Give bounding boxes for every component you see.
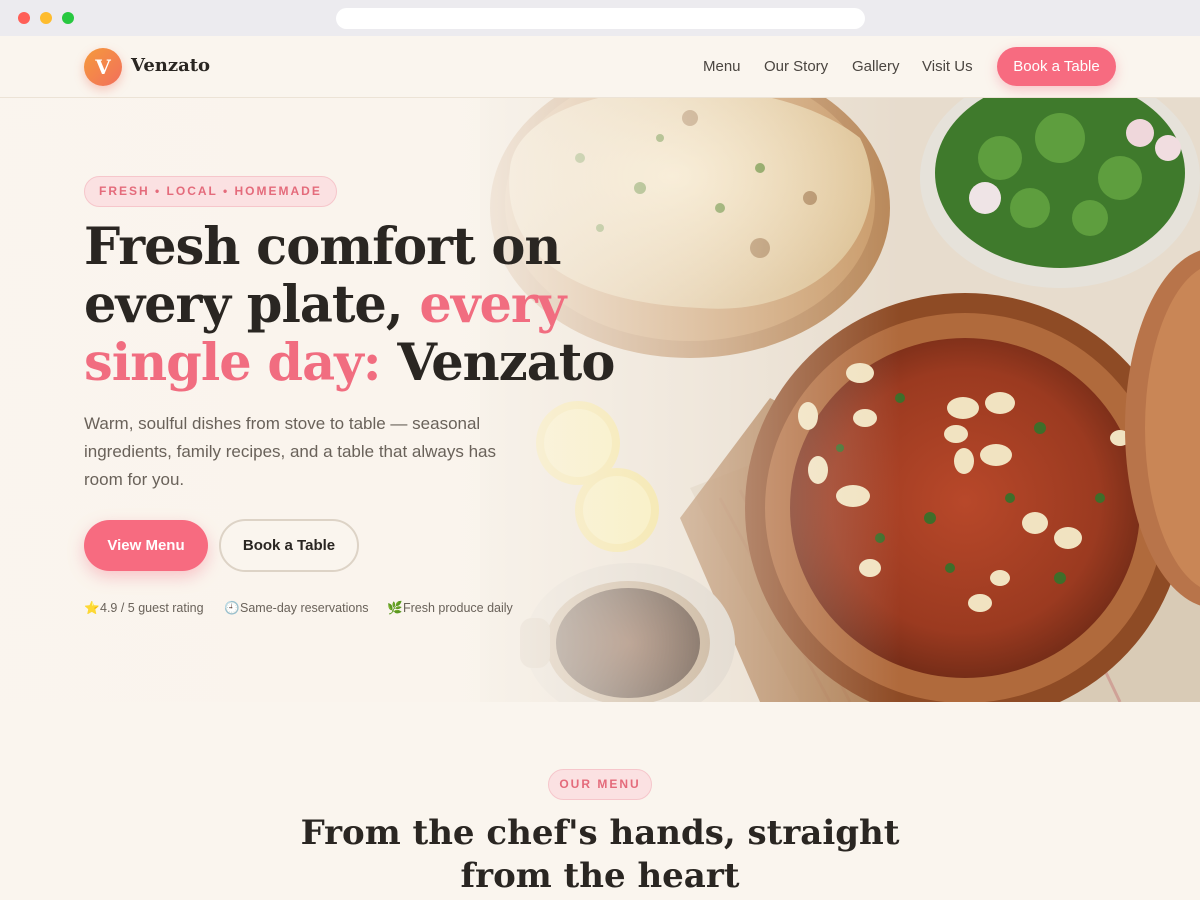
hero-description: Warm, soulful dishes from stove to table… [84,414,497,489]
window-close-button[interactable] [18,12,30,24]
site-header: V Venzato Menu Our Story Gallery Visit U… [0,36,1200,98]
star-icon: ⭐ [84,601,100,615]
hero-section: FRESH • LOCAL • HOMEMADE Fresh comfort o… [0,98,1200,702]
trust-reservations-text: Same-day reservations [240,601,369,615]
logo-icon[interactable]: V [84,48,122,86]
leaf-icon: 🌿 [387,601,403,615]
trust-rating-text: 4.9 / 5 guest rating [100,601,204,615]
view-menu-button[interactable]: View Menu [84,520,208,571]
book-table-nav-button[interactable]: Book a Table [997,47,1116,86]
nav-link-visit-us[interactable]: Visit Us [922,58,973,75]
trust-produce-text: Fresh produce daily [403,601,513,615]
window-minimize-button[interactable] [40,12,52,24]
book-table-button[interactable]: Book a Table [219,519,359,572]
menu-section-title: From the chef's hands, straight from the… [300,813,900,896]
nav-link-gallery[interactable]: Gallery [852,58,900,75]
nav-link-menu[interactable]: Menu [703,58,741,75]
browser-chrome [0,0,1200,36]
trust-item-produce: 🌿Fresh produce daily [387,601,513,616]
headline-text-end: Venzato [380,333,615,393]
clock-icon: 🕘 [224,601,240,615]
hero-headline: Fresh comfort on every plate, every sing… [84,218,644,392]
trust-item-reservations: 🕘Same-day reservations [224,601,369,616]
nav-link-our-story[interactable]: Our Story [764,58,828,75]
hero-eyebrow-badge: FRESH • LOCAL • HOMEMADE [84,176,337,207]
window-maximize-button[interactable] [62,12,74,24]
menu-eyebrow-badge: OUR MENU [548,769,652,800]
brand-name[interactable]: Venzato [131,55,210,76]
address-bar[interactable] [336,8,865,29]
trust-item-rating: ⭐4.9 / 5 guest rating [84,601,204,616]
